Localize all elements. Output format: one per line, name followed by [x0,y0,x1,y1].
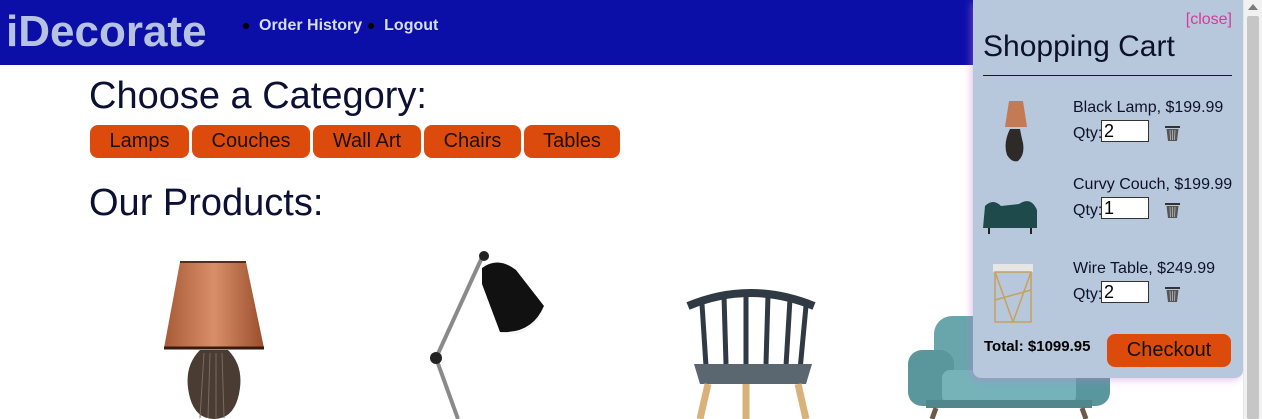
close-cart-link[interactable]: [close] [1186,11,1232,29]
couch-thumb [983,201,1037,234]
trash-icon[interactable] [1164,124,1181,142]
category-button-lamps[interactable]: Lamps [90,125,189,158]
lamp-thumb [1005,101,1027,162]
scrollbar-thumb[interactable] [1247,16,1259,419]
cart-line-item: Wire Table, $249.99 Qty: [973,260,1243,340]
cart-item-name: Black Lamp, $199.99 [1073,99,1224,116]
cart-item-name: Curvy Couch, $199.99 [1073,176,1233,193]
bullet-icon [368,23,375,29]
category-buttons: Lamps Couches Wall Art Chairs Tables [90,125,623,158]
cart-item-name: Wire Table, $249.99 [1073,260,1216,277]
chair-image[interactable] [680,286,822,419]
desk-lamp-image[interactable] [420,248,550,419]
cart-line-item: Black Lamp, $199.99 Qty: [973,99,1243,179]
nav-item-order-history[interactable]: Order History [243,17,362,35]
category-button-chairs[interactable]: Chairs [424,125,521,158]
qty-input[interactable] [1101,281,1149,303]
nav-item-logout[interactable]: Logout [368,17,438,35]
qty-label: Qty: [1073,286,1103,303]
category-button-wall-art[interactable]: Wall Art [313,125,421,158]
cart-divider [983,75,1232,76]
scroll-up-arrow-icon[interactable] [1248,4,1258,10]
nav-order-history-label[interactable]: Order History [259,17,362,35]
trash-icon[interactable] [1164,285,1181,303]
cart-title: Shopping Cart [983,30,1175,63]
table-thumb [993,264,1033,323]
page-scrollbar[interactable] [1243,0,1262,419]
qty-label: Qty: [1073,202,1103,219]
category-button-couches[interactable]: Couches [192,125,310,158]
category-heading: Choose a Category: [89,75,427,117]
checkout-button[interactable]: Checkout [1107,334,1231,367]
trash-icon[interactable] [1164,201,1181,219]
table-lamp-image[interactable] [160,258,270,419]
cart-line-item: Curvy Couch, $199.99 Qty: [973,176,1243,256]
qty-input[interactable] [1101,120,1149,142]
cart-total: Total: $1099.95 [984,338,1091,355]
nav-logout-label[interactable]: Logout [384,17,438,35]
brand-logo[interactable]: iDecorate [6,8,207,56]
qty-label: Qty: [1073,125,1103,142]
bullet-icon [243,23,249,29]
products-heading: Our Products: [89,182,324,224]
qty-input[interactable] [1101,197,1149,219]
shopping-cart-panel: [close] Shopping Cart Black Lamp, $199.9… [973,0,1243,378]
category-button-tables[interactable]: Tables [524,125,620,158]
main-nav: Order History Logout [243,17,440,35]
